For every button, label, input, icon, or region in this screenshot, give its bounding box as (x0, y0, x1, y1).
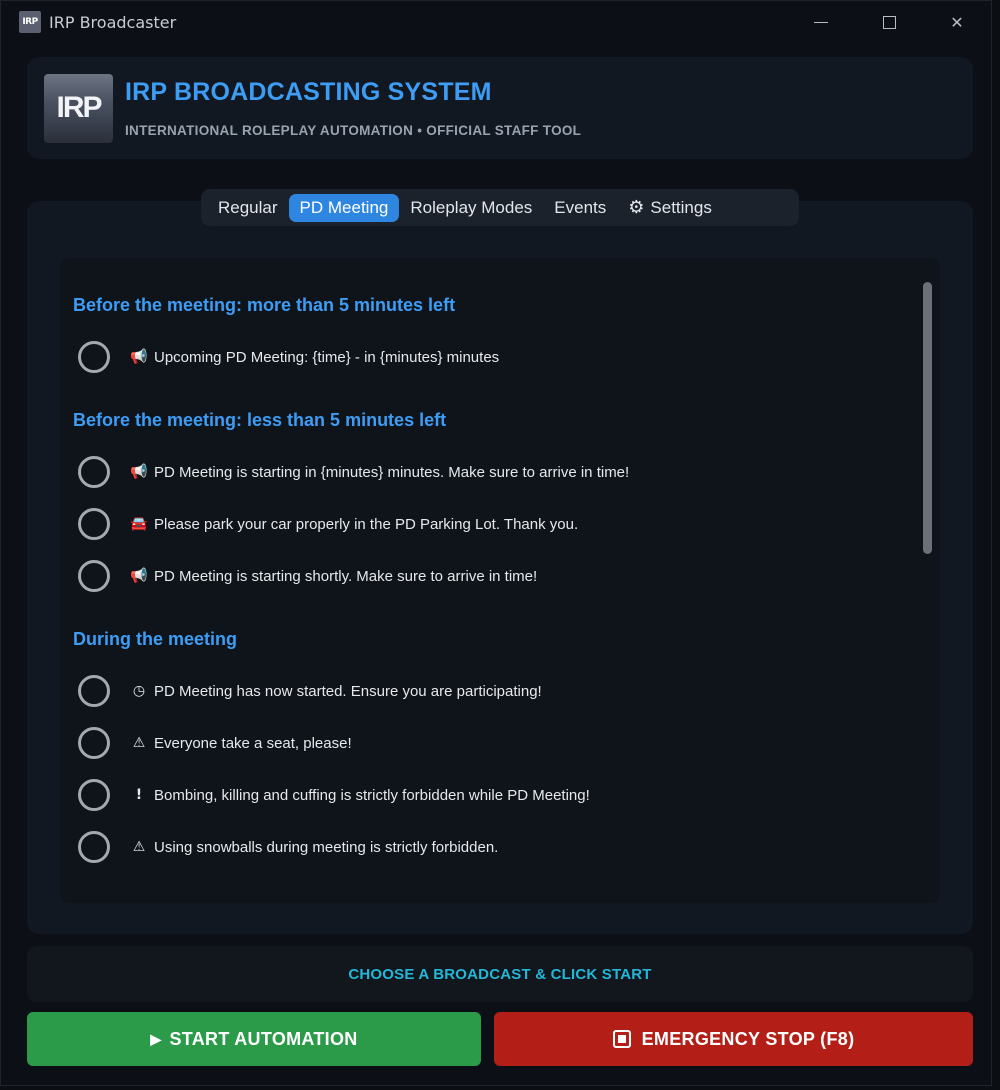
list-item[interactable]: 📢 PD Meeting is starting shortly. Make s… (78, 559, 537, 593)
scrollbar-thumb[interactable] (923, 282, 932, 554)
list-item[interactable]: 📢 PD Meeting is starting in {minutes} mi… (78, 455, 629, 489)
app-logo-icon: IRP (19, 11, 41, 33)
close-icon: ✕ (950, 12, 964, 32)
item-text: Everyone take a seat, please! (154, 734, 352, 752)
radio-button[interactable] (78, 456, 110, 488)
start-label: START AUTOMATION (169, 1028, 358, 1049)
item-text: PD Meeting is starting shortly. Make sur… (154, 567, 538, 585)
section-title: Before the meeting: more than 5 minutes … (73, 295, 456, 315)
window-controls: ✕ (787, 1, 991, 43)
tab-label: Roleplay Modes (410, 197, 533, 217)
tab-events[interactable]: Events (543, 194, 617, 222)
item-text: Please park your car properly in the PD … (154, 515, 579, 533)
tab-label: Regular (218, 197, 278, 217)
clock-icon: ◷ (132, 683, 146, 699)
status-text: CHOOSE A BROADCAST & CLICK START (348, 965, 652, 983)
radio-button[interactable] (78, 779, 110, 811)
logo-text: IRP (56, 91, 102, 124)
warning-icon: ⚠ (132, 839, 146, 855)
tab-label: Settings (650, 197, 712, 217)
radio-button[interactable] (78, 675, 110, 707)
radio-button[interactable] (78, 560, 110, 592)
header-card: IRP IRP BROADCASTING SYSTEM INTERNATIONA… (27, 57, 973, 159)
list-item[interactable]: 🚘 Please park your car properly in the P… (78, 507, 578, 541)
window-title: IRP Broadcaster (49, 12, 177, 32)
tab-label: Events (554, 197, 607, 217)
item-text: PD Meeting has now started. Ensure you a… (154, 682, 542, 700)
list-item[interactable]: ⚠ Everyone take a seat, please! (78, 726, 352, 760)
tab-bar: Regular PD Meeting Roleplay Modes Events… (201, 189, 799, 226)
warning-icon: ⚠ (132, 735, 146, 751)
megaphone-icon: 📢 (130, 349, 148, 365)
section-title: Before the meeting: less than 5 minutes … (73, 410, 447, 430)
tab-roleplay-modes[interactable]: Roleplay Modes (399, 194, 543, 222)
play-icon: ▶ (150, 1030, 162, 1047)
megaphone-icon: 📢 (130, 464, 148, 480)
close-button[interactable]: ✕ (923, 1, 991, 43)
page-subtitle: INTERNATIONAL ROLEPLAY AUTOMATION • OFFI… (125, 123, 582, 138)
item-text: Upcoming PD Meeting: {time} - in {minute… (154, 348, 500, 366)
irp-logo: IRP (44, 73, 113, 143)
tab-regular[interactable]: Regular (207, 194, 289, 222)
stop-label: EMERGENCY STOP (F8) (641, 1028, 855, 1049)
section-title: During the meeting (73, 629, 238, 649)
maximize-button[interactable] (855, 1, 923, 43)
radio-button[interactable] (78, 508, 110, 540)
megaphone-icon: 📢 (130, 568, 148, 584)
item-text: PD Meeting is starting in {minutes} minu… (154, 463, 630, 481)
item-text: Bombing, killing and cuffing is strictly… (154, 786, 590, 804)
radio-button[interactable] (78, 727, 110, 759)
item-text: Using snowballs during meeting is strict… (154, 838, 499, 856)
stop-icon (612, 1030, 631, 1048)
list-item[interactable]: ⚠ Using snowballs during meeting is stri… (78, 830, 498, 864)
title-bar[interactable]: IRP IRP Broadcaster ✕ (1, 1, 991, 43)
emergency-stop-button[interactable]: EMERGENCY STOP (F8) (494, 1012, 973, 1066)
list-item[interactable]: ! Bombing, killing and cuffing is strict… (78, 778, 590, 812)
list-item[interactable]: ◷ PD Meeting has now started. Ensure you… (78, 674, 542, 708)
minimize-button[interactable] (787, 1, 855, 43)
start-automation-button[interactable]: ▶ START AUTOMATION (27, 1012, 481, 1066)
broadcast-list[interactable]: Before the meeting: more than 5 minutes … (60, 258, 940, 903)
tab-settings[interactable]: ⚙ Settings (617, 194, 723, 222)
car-icon: 🚘 (130, 516, 148, 532)
exclamation-icon: ! (135, 787, 143, 803)
radio-button[interactable] (78, 341, 110, 373)
header-text: IRP BROADCASTING SYSTEM INTERNATIONAL RO… (125, 78, 581, 138)
list-item[interactable]: 📢 Upcoming PD Meeting: {time} - in {minu… (78, 340, 499, 374)
maximize-icon (882, 15, 896, 29)
radio-button[interactable] (78, 831, 110, 863)
tab-pd-meeting[interactable]: PD Meeting (288, 193, 400, 222)
status-bar: CHOOSE A BROADCAST & CLICK START (27, 946, 973, 1002)
page-title: IRP BROADCASTING SYSTEM (125, 78, 492, 106)
tab-label: PD Meeting (299, 197, 389, 217)
gear-icon: ⚙ (628, 197, 645, 217)
minimize-icon (814, 21, 828, 23)
